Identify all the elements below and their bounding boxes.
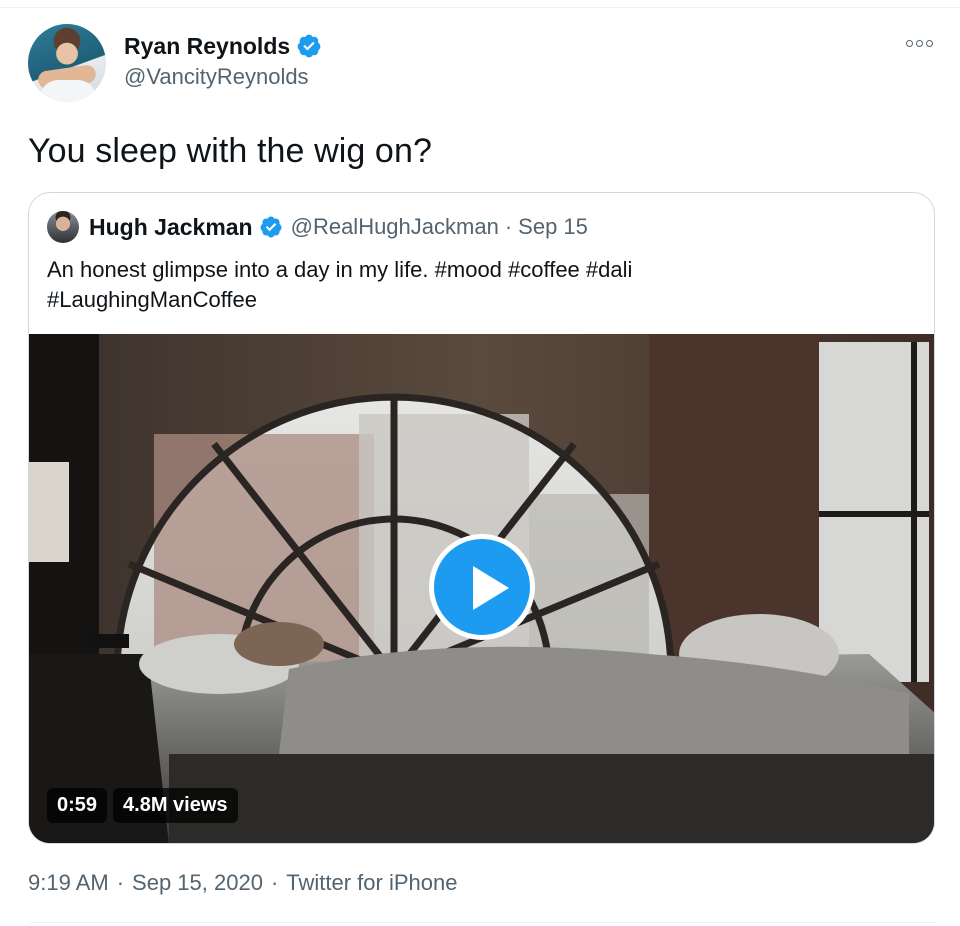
quoted-tweet[interactable]: Hugh Jackman @RealHughJackman · Sep 15 A… bbox=[28, 192, 935, 844]
verified-badge-icon bbox=[260, 216, 282, 238]
verified-badge-icon bbox=[297, 34, 321, 58]
play-icon[interactable] bbox=[429, 534, 535, 640]
author-block: Ryan Reynolds @VancityReynolds bbox=[124, 32, 322, 90]
video-player[interactable]: 0:59 4.8M views bbox=[29, 334, 934, 843]
quoted-author-avatar[interactable] bbox=[47, 211, 79, 243]
footer-separator: · bbox=[270, 870, 279, 895]
quoted-text-line-1: An honest glimpse into a day in my life.… bbox=[47, 257, 633, 282]
quoted-author-handle[interactable]: @RealHughJackman bbox=[291, 214, 499, 240]
quoted-author-name[interactable]: Hugh Jackman bbox=[89, 214, 253, 241]
more-options-icon[interactable] bbox=[906, 40, 933, 47]
quoted-text-line-2: #LaughingManCoffee bbox=[47, 287, 257, 312]
tweet-source[interactable]: Twitter for iPhone bbox=[286, 870, 457, 896]
author-avatar[interactable] bbox=[28, 24, 106, 102]
quoted-tweet-header: Hugh Jackman @RealHughJackman · Sep 15 bbox=[47, 211, 588, 243]
tweet-footer: 9:19 AM · Sep 15, 2020 · Twitter for iPh… bbox=[28, 870, 457, 896]
bottom-divider bbox=[28, 922, 935, 923]
author-name[interactable]: Ryan Reynolds bbox=[124, 33, 290, 60]
quoted-date[interactable]: Sep 15 bbox=[518, 214, 588, 240]
tweet-date[interactable]: Sep 15, 2020 bbox=[132, 870, 263, 896]
footer-separator: · bbox=[116, 870, 125, 895]
video-views: 4.8M views bbox=[113, 788, 238, 823]
tweet-text: You sleep with the wig on? bbox=[28, 132, 432, 170]
video-duration: 0:59 bbox=[47, 788, 108, 823]
tweet-time[interactable]: 9:19 AM bbox=[28, 870, 109, 896]
tweet-card: Ryan Reynolds @VancityReynolds You sleep… bbox=[0, 0, 960, 926]
quoted-meta-separator: · bbox=[504, 214, 513, 239]
quoted-tweet-text: An honest glimpse into a day in my life.… bbox=[47, 255, 907, 315]
author-handle[interactable]: @VancityReynolds bbox=[124, 64, 322, 90]
video-stats: 0:59 4.8M views bbox=[47, 788, 238, 823]
